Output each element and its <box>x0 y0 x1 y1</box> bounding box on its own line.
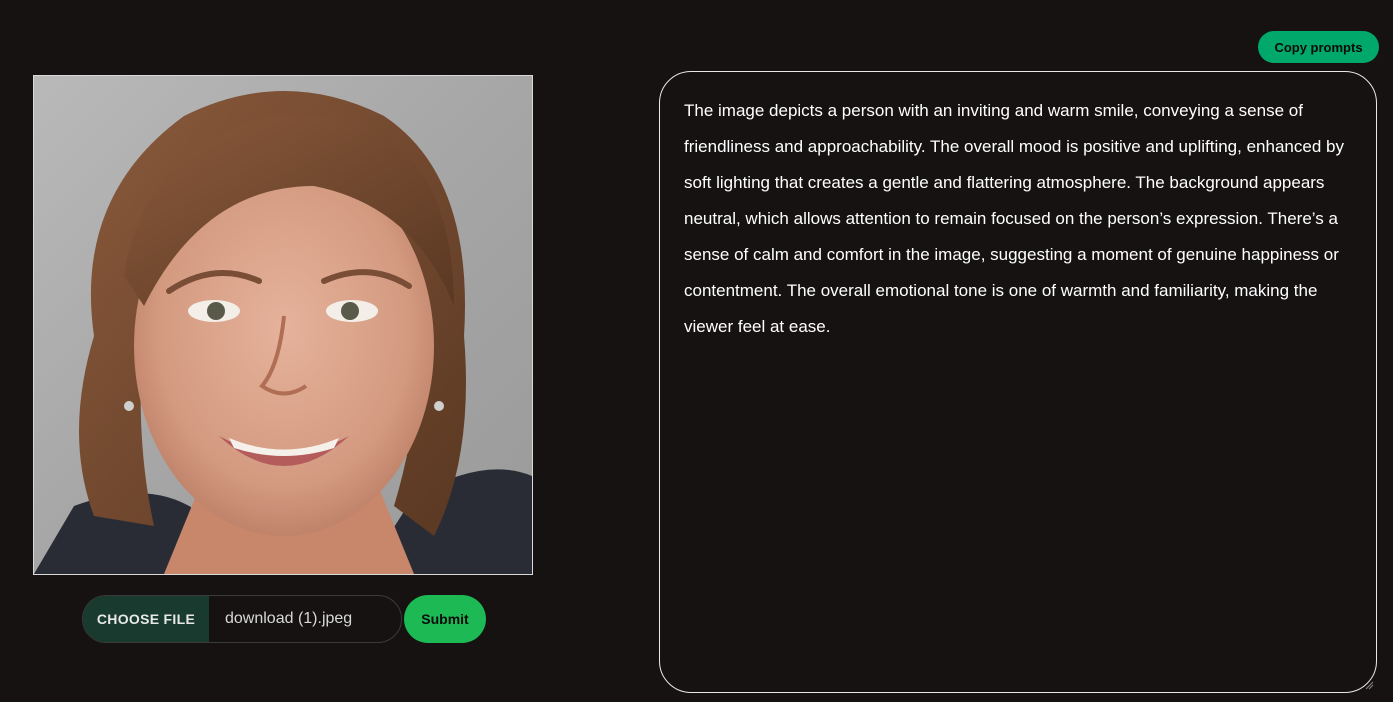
app-page: CHOOSE FILE download (1).jpeg Submit Cop… <box>0 0 1393 702</box>
choose-file-button[interactable]: CHOOSE FILE <box>83 596 209 642</box>
upload-controls: CHOOSE FILE download (1).jpeg Submit <box>82 595 486 643</box>
submit-button[interactable]: Submit <box>404 595 486 643</box>
uploaded-image-preview <box>33 75 533 575</box>
selected-file-name: download (1).jpeg <box>225 610 353 627</box>
file-input[interactable]: CHOOSE FILE download (1).jpeg <box>82 595 402 643</box>
prompt-output-textarea[interactable]: The image depicts a person with an invit… <box>659 71 1377 693</box>
prompt-output-text: The image depicts a person with an invit… <box>684 101 1344 336</box>
copy-prompts-button[interactable]: Copy prompts <box>1258 31 1379 63</box>
resize-grip-icon[interactable] <box>1364 680 1374 690</box>
portrait-photo <box>34 76 532 574</box>
